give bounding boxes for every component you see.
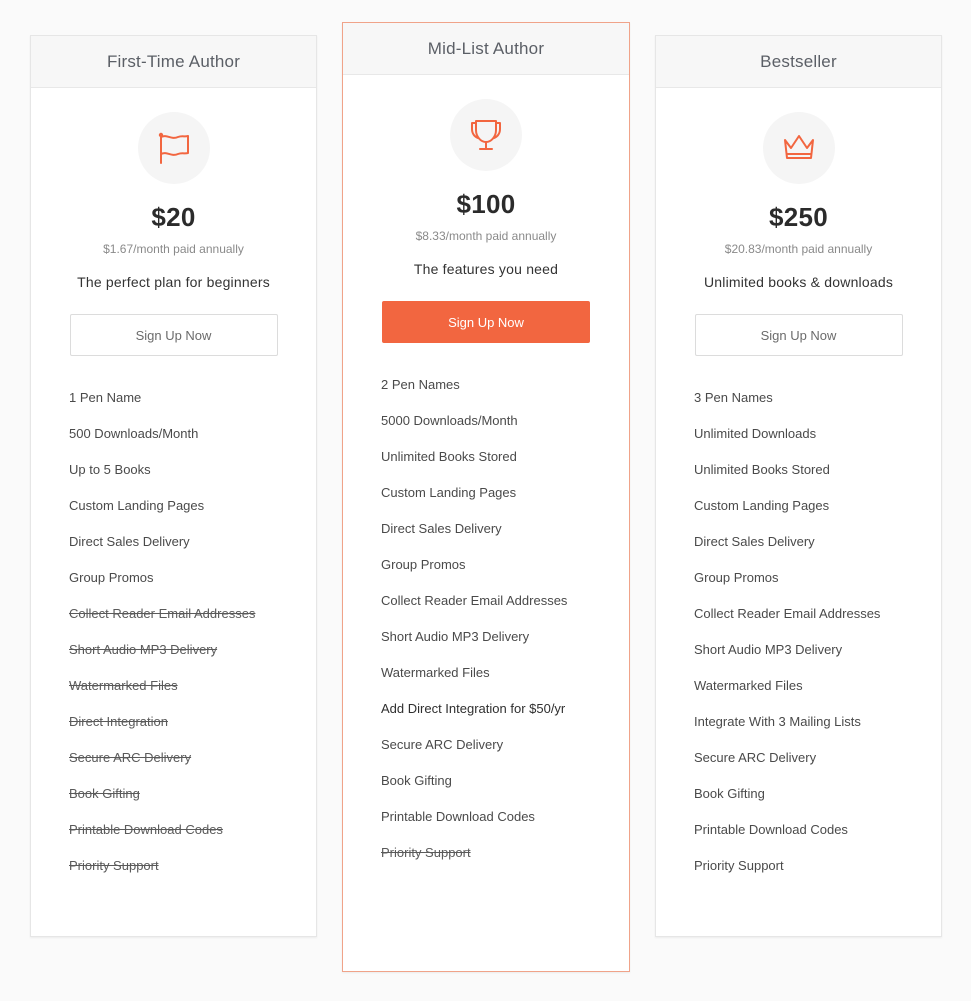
feature-item-excluded: Priority Support: [69, 858, 159, 873]
feature-item-excluded: Secure ARC Delivery: [69, 750, 192, 765]
feature-item: 500 Downloads/Month: [69, 426, 199, 441]
feature-item: Watermarked Files: [694, 678, 803, 693]
feature-item: Book Gifting: [381, 773, 452, 788]
feature-item: Short Audio MP3 Delivery: [381, 629, 530, 644]
feature-list: 2 Pen Names 5000 Downloads/Month Unlimited…: [381, 373, 601, 864]
feature-item: Collect Reader Email Addresses: [694, 606, 881, 621]
plan-price: $250: [768, 202, 829, 232]
feature-item: Unlimited Downloads: [694, 426, 817, 441]
plan-icon-badge: [450, 99, 522, 171]
feature-item: Secure ARC Delivery: [381, 737, 504, 752]
trophy-icon: [471, 120, 501, 150]
feature-item: Printable Download Codes: [694, 822, 848, 837]
feature-item-excluded: Direct Integration: [69, 714, 168, 729]
feature-item: Secure ARC Delivery: [694, 750, 817, 765]
feature-item: Direct Sales Delivery: [69, 534, 190, 549]
feature-item-excluded: Watermarked Files: [69, 678, 178, 693]
plan-name: Bestseller: [656, 36, 941, 88]
feature-item: Direct Sales Delivery: [381, 521, 502, 536]
feature-item: 5000 Downloads/Month: [381, 413, 518, 428]
plan-tagline: Unlimited books & downloads: [703, 274, 894, 290]
plan-tagline: The features you need: [413, 261, 559, 277]
feature-item: Priority Support: [694, 858, 784, 873]
feature-item-excluded: Collect Reader Email Addresses: [69, 606, 256, 621]
feature-item: Up to 5 Books: [69, 462, 151, 477]
flag-icon: [158, 132, 189, 164]
feature-item: Unlimited Books Stored: [694, 462, 830, 477]
plan-price: $20: [151, 202, 196, 232]
feature-item: 2 Pen Names: [381, 377, 460, 392]
feature-item: Integrate With 3 Mailing Lists: [694, 714, 861, 729]
feature-item: 3 Pen Names: [694, 390, 773, 405]
plan-name: First-Time Author: [31, 36, 316, 88]
feature-item: Unlimited Books Stored: [381, 449, 517, 464]
feature-item: 1 Pen Name: [69, 390, 142, 405]
plan-card-first-time-author: First-Time Author $20 $1.67/month paid a…: [30, 35, 317, 937]
plan-monthly-price: $1.67/month paid annually: [103, 242, 244, 256]
plan-name: Mid-List Author: [343, 23, 629, 75]
feature-item: Group Promos: [69, 570, 154, 585]
feature-list: 3 Pen Names Unlimited Downloads Unlimited …: [694, 386, 914, 877]
feature-item: Group Promos: [381, 557, 466, 572]
feature-item-excluded: Printable Download Codes: [69, 822, 223, 837]
feature-item: Add Direct Integration for $50/yr: [381, 701, 566, 716]
feature-item: Book Gifting: [694, 786, 765, 801]
sign-up-button[interactable]: Sign Up Now: [69, 314, 278, 356]
feature-item: Direct Sales Delivery: [694, 534, 815, 549]
sign-up-button[interactable]: Sign Up Now: [694, 314, 903, 356]
sign-up-button[interactable]: Sign Up Now: [382, 301, 590, 343]
plan-icon-badge: [137, 112, 210, 184]
feature-item-excluded: Book Gifting: [69, 786, 140, 801]
feature-item: Custom Landing Pages: [69, 498, 205, 513]
feature-item: Short Audio MP3 Delivery: [694, 642, 843, 657]
crown-icon: [783, 135, 814, 159]
feature-item-excluded: Priority Support: [381, 845, 471, 860]
plan-icon-badge: [762, 112, 835, 184]
feature-item: Watermarked Files: [381, 665, 490, 680]
plan-tagline: The perfect plan for beginners: [77, 274, 270, 290]
plan-price: $100: [456, 189, 516, 219]
plan-monthly-price: $8.33/month paid annually: [415, 229, 557, 243]
plan-card-mid-list-author: Mid-List Author $100 $8.33/month paid an…: [342, 22, 630, 972]
feature-item: Collect Reader Email Addresses: [381, 593, 568, 608]
feature-list: 1 Pen Name 500 Downloads/Month Up to 5 Boo…: [69, 386, 289, 877]
feature-item-excluded: Short Audio MP3 Delivery: [69, 642, 218, 657]
feature-item: Custom Landing Pages: [381, 485, 517, 500]
plan-card-bestseller: Bestseller $250 $20.83/month paid annual…: [655, 35, 942, 937]
feature-item: Group Promos: [694, 570, 779, 585]
feature-item: Printable Download Codes: [381, 809, 535, 824]
feature-item: Custom Landing Pages: [694, 498, 830, 513]
plan-monthly-price: $20.83/month paid annually: [724, 242, 873, 256]
